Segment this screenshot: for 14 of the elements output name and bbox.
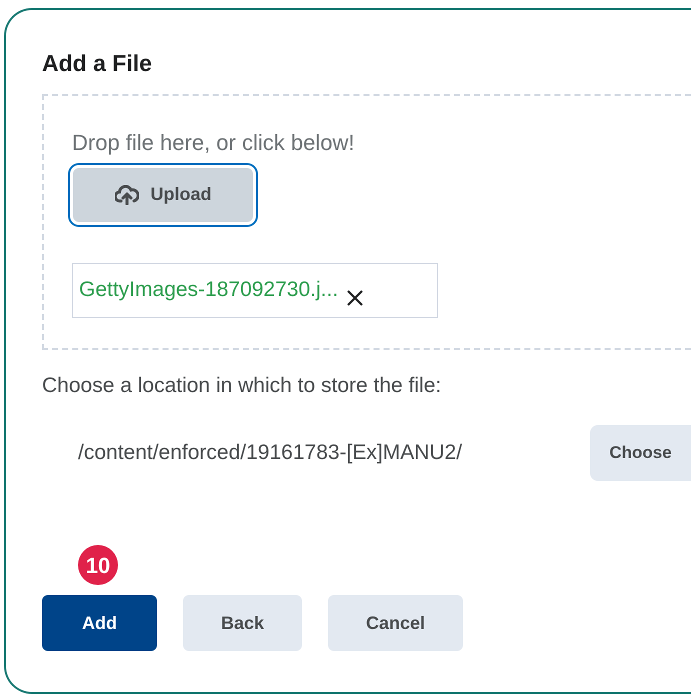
cloud-upload-icon	[114, 184, 138, 205]
location-label: Choose a location in which to store the file:	[42, 372, 442, 399]
drop-zone[interactable]: Drop file here, or click below! Upload GettyImages-187092730.j...	[42, 94, 691, 350]
choose-button[interactable]: Choose	[590, 425, 691, 482]
folder-path: /content/enforced/19161783-[Ex]MANU2/	[78, 440, 462, 466]
secondary-button[interactable]: Cancel	[328, 595, 464, 652]
close-icon[interactable]	[346, 289, 364, 308]
add-button[interactable]: Add	[42, 595, 157, 652]
drop-prompt: Drop file here, or click below!	[72, 128, 356, 157]
dialog-title: Add a File	[42, 50, 153, 78]
secondary-button[interactable]: Back	[183, 595, 302, 652]
file-name: GettyImages-187092730.j...	[79, 277, 338, 304]
upload-button[interactable]: Upload	[70, 164, 256, 225]
step-number-badge: 10	[78, 545, 118, 586]
